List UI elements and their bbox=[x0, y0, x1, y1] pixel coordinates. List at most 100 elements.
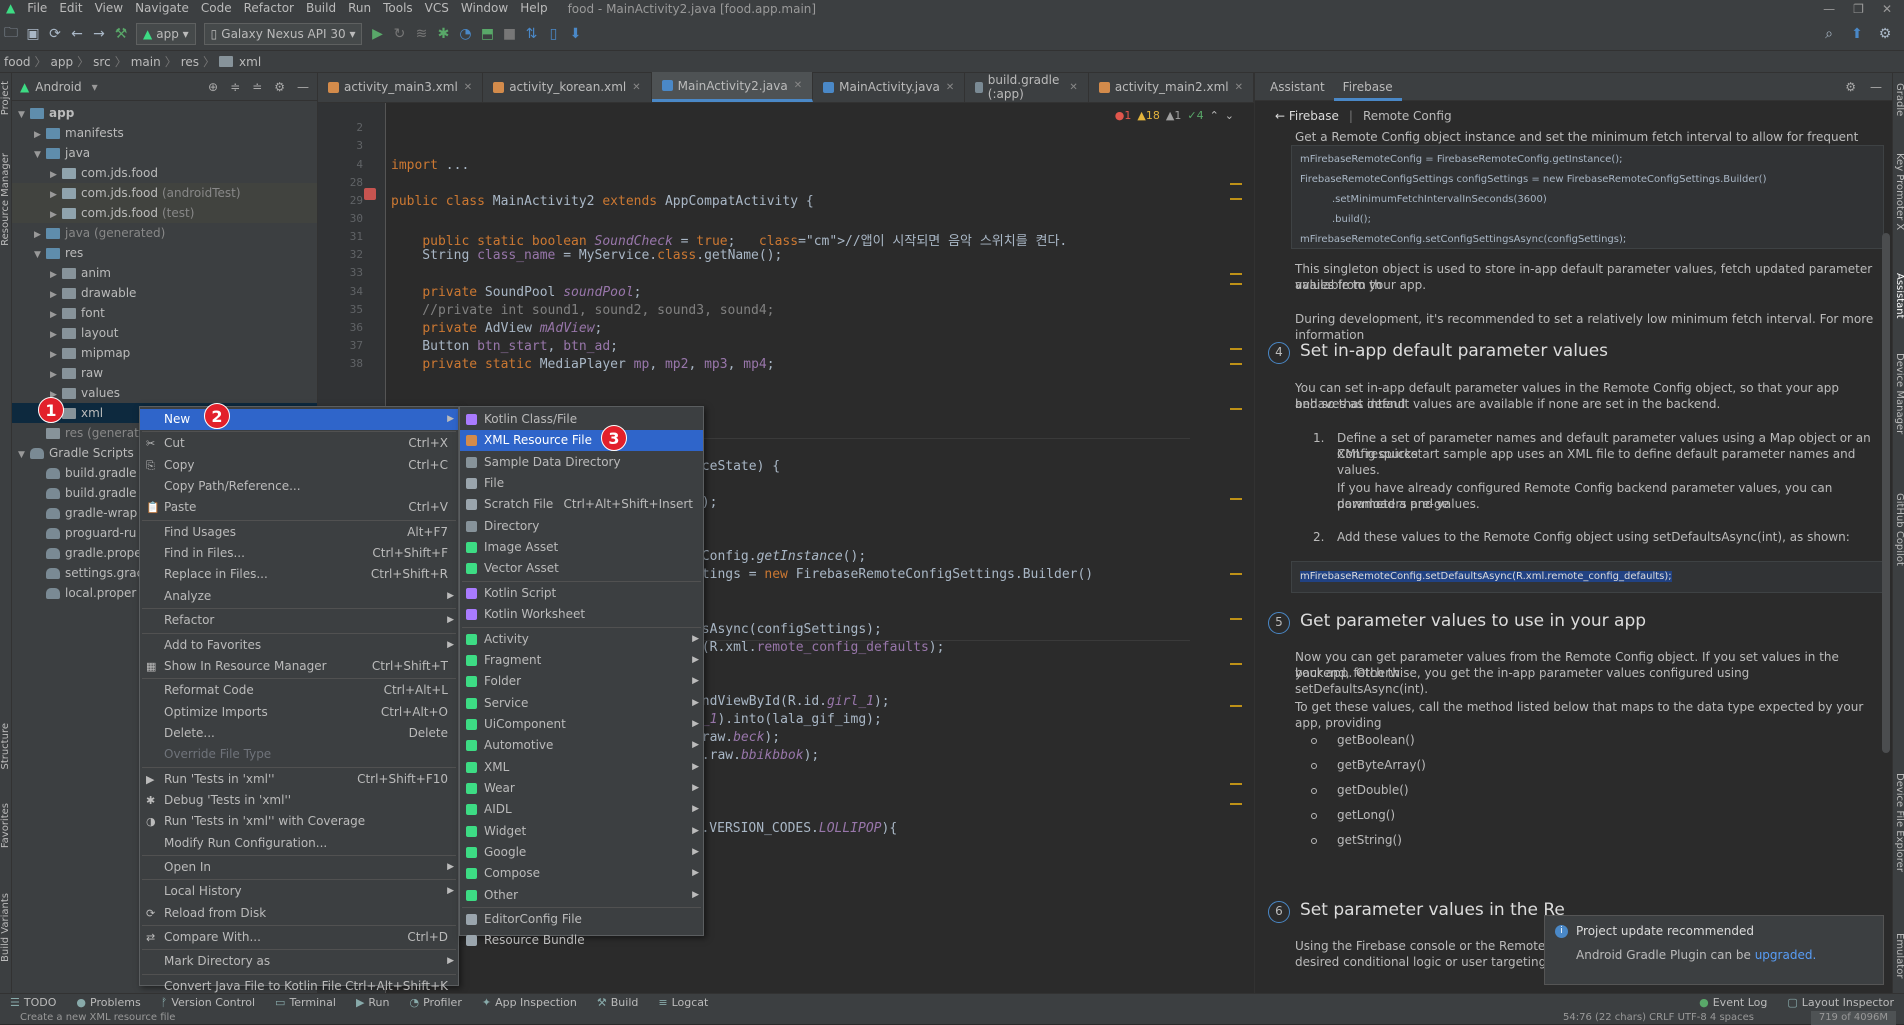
menu-item[interactable]: Kotlin Script bbox=[460, 583, 703, 604]
tool-tab-device-manager[interactable]: Device Manager bbox=[1893, 353, 1904, 434]
tool-tab-assistant[interactable]: Assistant bbox=[1893, 273, 1904, 319]
menu-item[interactable]: Optimize Imports Ctrl+Alt+O bbox=[140, 702, 458, 723]
stop-icon[interactable]: ■ bbox=[498, 23, 520, 45]
editor-tab[interactable]: activity_main3.xml ✕ bbox=[318, 72, 484, 102]
collapse-all-icon[interactable]: ≐ bbox=[252, 80, 262, 94]
bottom-tab[interactable]: ⚒ Build bbox=[587, 996, 649, 1009]
warning-mark[interactable] bbox=[1230, 348, 1242, 350]
back-link[interactable]: ← Firebase bbox=[1275, 109, 1339, 123]
menu-item[interactable]: Replace in Files... Ctrl+Shift+R bbox=[140, 564, 458, 585]
menu-item[interactable]: Analyze ▶ bbox=[140, 586, 458, 607]
menu-code[interactable]: Code bbox=[195, 0, 238, 17]
upgrade-link[interactable]: upgraded. bbox=[1755, 948, 1817, 962]
search-icon[interactable]: ⌕ bbox=[1818, 23, 1840, 45]
tree-item[interactable]: ▶ com.jds.food (androidTest) bbox=[12, 183, 317, 203]
sync-icon[interactable]: ⟳ bbox=[44, 23, 66, 45]
chevron-right-icon[interactable]: ▶ bbox=[50, 365, 62, 385]
chevron-right-icon[interactable]: ▶ bbox=[34, 225, 46, 245]
scrollbar[interactable] bbox=[1882, 233, 1890, 753]
tab-assistant[interactable]: Assistant bbox=[1261, 73, 1334, 101]
bottom-tab[interactable]: ▭ Terminal bbox=[265, 996, 346, 1009]
menu-navigate[interactable]: Navigate bbox=[129, 0, 195, 17]
menu-item[interactable]: Folder ▶ bbox=[460, 671, 703, 692]
menu-item[interactable]: Vector Asset bbox=[460, 558, 703, 579]
tree-item[interactable]: ▶ com.jds.food bbox=[12, 163, 317, 183]
menu-item[interactable]: ⟳ Reload from Disk bbox=[140, 903, 458, 924]
menu-item[interactable]: ▶ Run 'Tests in 'xml'' Ctrl+Shift+F10 bbox=[140, 769, 458, 790]
menu-item[interactable]: Resource Bundle bbox=[460, 930, 703, 951]
menu-tools[interactable]: Tools bbox=[377, 0, 419, 17]
tree-item[interactable]: ▶ mipmap bbox=[12, 343, 317, 363]
warning-mark[interactable] bbox=[1230, 198, 1242, 200]
menu-item[interactable]: Kotlin Worksheet bbox=[460, 604, 703, 625]
tree-item[interactable]: ▶ anim bbox=[12, 263, 317, 283]
menu-item[interactable]: New ▶ bbox=[140, 409, 458, 430]
chevron-down-icon[interactable]: ▾ bbox=[92, 80, 98, 94]
editor-tab[interactable]: build.gradle (:app) ✕ bbox=[965, 72, 1089, 102]
menu-refactor[interactable]: Refactor bbox=[238, 0, 300, 17]
menu-item[interactable]: ⇄ Compare With... Ctrl+D bbox=[140, 927, 458, 948]
menu-item[interactable]: Other ▶ bbox=[460, 885, 703, 906]
menu-item[interactable]: 📋 Paste Ctrl+V bbox=[140, 497, 458, 518]
tool-tab-key-promoter[interactable]: Key Promoter X bbox=[1893, 153, 1904, 230]
menu-item[interactable]: Wear ▶ bbox=[460, 778, 703, 799]
warning-mark[interactable] bbox=[1230, 408, 1242, 410]
menu-item[interactable]: XML Resource File bbox=[460, 430, 703, 452]
run-config-select[interactable]: ▲ app ▾ bbox=[136, 22, 196, 45]
menu-item[interactable]: ⎘ Copy Ctrl+C bbox=[140, 455, 458, 476]
bottom-tab[interactable]: ᚠ Version Control bbox=[151, 996, 265, 1009]
menu-item[interactable]: Automotive ▶ bbox=[460, 735, 703, 756]
menu-item[interactable]: Scratch File Ctrl+Alt+Shift+Insert bbox=[460, 494, 703, 515]
close-tab-icon[interactable]: ✕ bbox=[946, 82, 954, 93]
tree-item[interactable]: ▼ res bbox=[12, 243, 317, 263]
chevron-right-icon[interactable]: ▶ bbox=[50, 185, 62, 205]
update-icon[interactable]: ⬆ bbox=[1846, 23, 1868, 45]
debug-icon[interactable]: ✱ bbox=[432, 23, 454, 45]
menu-item[interactable]: Reformat Code Ctrl+Alt+L bbox=[140, 680, 458, 701]
menu-window[interactable]: Window bbox=[455, 0, 514, 17]
gear-icon[interactable]: ⚙ bbox=[274, 80, 285, 94]
chevron-down-icon[interactable]: ▼ bbox=[34, 145, 46, 165]
chevron-right-icon[interactable]: ▶ bbox=[34, 125, 46, 145]
close-tab-icon[interactable]: ✕ bbox=[632, 82, 640, 93]
close-tab-icon[interactable]: ✕ bbox=[464, 82, 472, 93]
editor-tab[interactable]: activity_main2.xml ✕ bbox=[1089, 72, 1254, 102]
chevron-right-icon[interactable]: ▶ bbox=[50, 165, 62, 185]
tree-item[interactable]: ▶ raw bbox=[12, 363, 317, 383]
menu-item[interactable]: Copy Path/Reference... bbox=[140, 476, 458, 497]
project-view-select[interactable]: Android bbox=[35, 80, 81, 94]
menu-item[interactable]: Mark Directory as ▶ bbox=[140, 951, 458, 972]
chevron-right-icon[interactable]: ▶ bbox=[50, 325, 62, 345]
menu-item[interactable]: Find Usages Alt+F7 bbox=[140, 522, 458, 543]
menu-item[interactable]: Open In ▶ bbox=[140, 857, 458, 878]
notification-popup[interactable]: i Project update recommended Android Gra… bbox=[1544, 915, 1884, 985]
tool-tab-structure[interactable]: Structure bbox=[0, 723, 12, 770]
forward-icon[interactable]: → bbox=[88, 23, 110, 45]
chevron-right-icon[interactable]: ▶ bbox=[50, 305, 62, 325]
warning-mark[interactable] bbox=[1230, 273, 1242, 275]
minimize-icon[interactable]: — bbox=[1823, 2, 1835, 16]
menu-edit[interactable]: Edit bbox=[53, 0, 88, 17]
menu-view[interactable]: View bbox=[89, 0, 129, 17]
menu-item[interactable]: ✂ Cut Ctrl+X bbox=[140, 433, 458, 454]
menu-item[interactable]: Delete... Delete bbox=[140, 723, 458, 744]
gear-icon[interactable]: ⚙ bbox=[1845, 80, 1856, 94]
bottom-right-tab[interactable]: ▢ Layout Inspector bbox=[1777, 996, 1904, 1009]
warning-mark[interactable] bbox=[1230, 498, 1242, 500]
open-folder-icon[interactable]: 🗀 bbox=[0, 23, 22, 45]
tool-tab-favorites[interactable]: Favorites bbox=[0, 803, 12, 848]
sync-gradle-icon[interactable]: ⇅ bbox=[520, 23, 542, 45]
apply-code-changes-icon[interactable]: ≋ bbox=[410, 23, 432, 45]
bottom-tab[interactable]: ✦ App Inspection bbox=[472, 996, 587, 1009]
chevron-down-icon[interactable]: ▼ bbox=[18, 445, 30, 465]
profile-icon[interactable]: ◔ bbox=[454, 23, 476, 45]
chevron-right-icon[interactable]: ▶ bbox=[50, 205, 62, 225]
tool-tab-gradle[interactable]: Gradle bbox=[1893, 83, 1904, 116]
menu-item[interactable]: Compose ▶ bbox=[460, 863, 703, 884]
override-icon[interactable] bbox=[364, 188, 376, 200]
tree-item[interactable]: ▶ layout bbox=[12, 323, 317, 343]
menu-item[interactable]: ✱ Debug 'Tests in 'xml'' bbox=[140, 790, 458, 811]
bottom-right-tab[interactable]: ● Event Log bbox=[1689, 996, 1777, 1009]
warning-mark[interactable] bbox=[1230, 663, 1242, 665]
warning-mark[interactable] bbox=[1230, 183, 1242, 185]
